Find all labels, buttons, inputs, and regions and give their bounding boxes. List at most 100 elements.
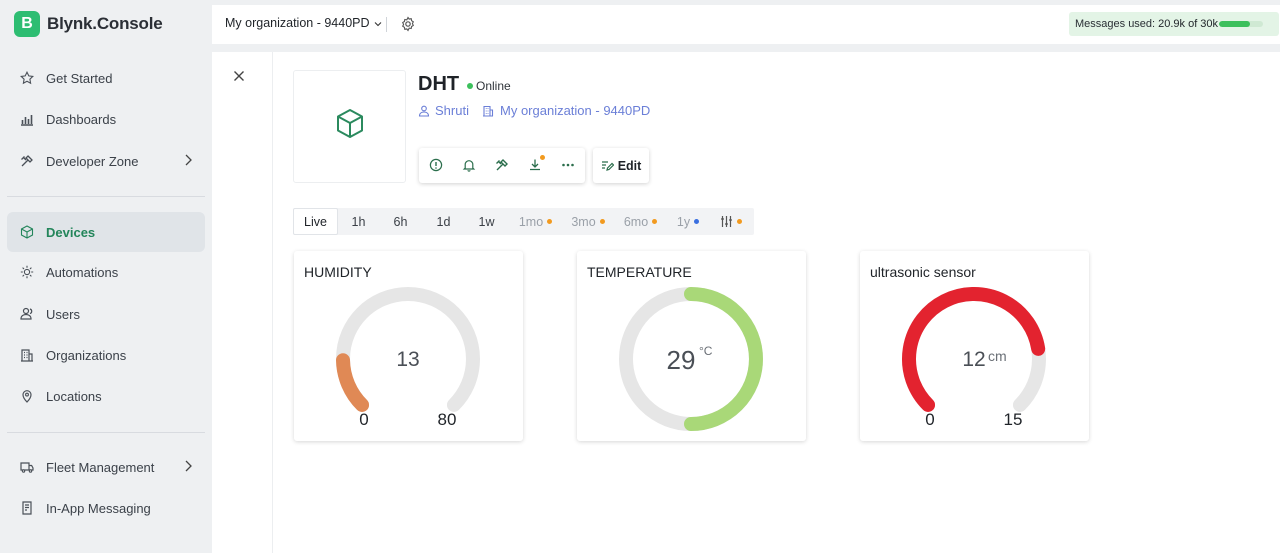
gear-icon[interactable] [400,16,416,32]
device-name: DHT [418,73,460,95]
time-range-tabs: Live 1h 6h 1d 1w 1mo 3mo 6mo 1y [293,208,754,235]
edit-icon [601,159,615,172]
ultrasonic-gauge: 12 cm 0 15 [902,287,1046,429]
sidebar-item-label: Developer Zone [46,153,139,169]
sidebar-divider [7,196,205,197]
sidebar-item-devices[interactable]: Devices [7,212,205,252]
user-icon [418,105,430,117]
tab-indicator-dot [652,219,658,224]
tab-indicator-dot [737,219,742,224]
messages-label: Messages used: [1075,18,1156,30]
ring-value-arc [684,287,763,431]
tab-Live[interactable]: Live [293,208,338,235]
tab-1d[interactable]: 1d [422,208,465,235]
tab-indicator-dot [599,219,605,224]
brand-name: Blynk.Console [47,14,163,33]
sidebar-item-get-started[interactable]: Get Started [7,58,205,98]
tab-label: 1mo [518,214,544,229]
organization-name: My organization - 9440PD [500,103,651,118]
sidebar-item-label: Devices [46,224,96,240]
cube-icon [335,108,365,145]
tab-6h[interactable]: 6h [379,208,422,235]
sidebar: B Blynk.Console Get Started Dashboards D… [0,0,212,553]
sidebar-item-automations[interactable]: Automations [7,252,205,292]
device-actions-toolbar [419,148,585,183]
ultrasonic-widget[interactable]: ultrasonic sensor 12 cm 0 15 [860,251,1089,441]
sidebar-item-label: Dashboards [46,111,117,127]
ring-unit: °C [699,344,713,358]
sidebar-item-organizations[interactable]: Organizations [7,335,205,375]
messages-value: 20.9k of 30k [1158,18,1219,30]
device-panel: DHT Online Shruti My organization - 9440… [212,52,1280,553]
tab-label: 3mo [571,214,596,229]
truck-icon [20,460,34,474]
tools-icon[interactable] [494,157,510,173]
tab-label: 1h [351,214,366,229]
gauge-value: 12 [962,348,985,371]
gauge-value: 13 [396,348,419,371]
top-bar: My organization - 9440PD Messages used: … [212,5,1280,44]
message-icon [20,501,34,515]
tab-1w[interactable]: 1w [465,208,508,235]
sidebar-item-users[interactable]: Users [7,294,205,334]
sidebar-item-locations[interactable]: Locations [7,376,205,416]
edit-button[interactable]: Edit [593,148,649,183]
tab-1y[interactable]: 1y [668,208,708,235]
brand-logo: B [14,11,40,37]
tab-3mo[interactable]: 3mo [563,208,613,235]
humidity-widget[interactable]: HUMIDITY 13 0 80 [294,251,523,441]
pin-icon [20,389,34,403]
cube-icon [20,225,34,239]
tab-1mo[interactable]: 1mo [508,208,563,235]
organization-name: My organization - 9440PD [225,16,370,30]
tab-label: 6h [393,214,408,229]
tab-6mo[interactable]: 6mo [613,208,668,235]
sidebar-item-label: Get Started [46,70,113,86]
download-icon[interactable] [527,155,545,173]
users-icon [20,307,34,321]
tab-label: 1y [676,214,691,229]
gauge-min-label: 0 [359,410,368,429]
gauge-min-label: 0 [925,410,934,429]
tab-label: 1w [478,214,495,229]
more-icon[interactable] [560,157,576,173]
bar-chart-icon [20,112,34,126]
bell-icon[interactable] [461,157,477,173]
status-badge: Online [467,79,511,93]
brand[interactable]: B Blynk.Console [14,11,163,37]
chevron-down-icon [373,18,383,28]
tools-icon [20,154,34,168]
info-icon[interactable] [428,157,444,173]
tab-filter[interactable] [708,208,754,235]
sidebar-divider [7,432,205,433]
messages-usage: Messages used: 20.9k of 30k [1069,12,1279,36]
organization-selector[interactable]: My organization - 9440PD [225,16,383,30]
humidity-gauge: 13 0 80 [336,287,480,429]
device-organization-link[interactable]: My organization - 9440PD [482,103,650,118]
sidebar-item-label: Fleet Management [46,459,155,475]
sliders-icon [721,216,732,227]
sidebar-item-label: Locations [46,388,102,404]
tab-label: 1d [436,214,451,229]
sidebar-item-in-app-messaging[interactable]: In-App Messaging [7,488,205,528]
sidebar-item-label: Users [46,306,80,322]
close-icon[interactable] [231,68,247,84]
sun-icon [20,265,34,279]
sidebar-item-fleet-management[interactable]: Fleet Management [7,447,205,487]
status-text: Online [476,79,511,93]
sidebar-item-dashboards[interactable]: Dashboards [7,99,205,139]
panel-divider [272,52,273,553]
tab-1h[interactable]: 1h [338,208,379,235]
temperature-ring: 29 °C [619,287,763,431]
tab-label: Live [304,214,327,229]
sidebar-item-developer-zone[interactable]: Developer Zone [7,141,205,181]
edit-label: Edit [617,158,642,173]
temperature-widget[interactable]: TEMPERATURE 29 °C [577,251,806,441]
owner-name: Shruti [435,103,469,118]
device-owner-link[interactable]: Shruti [418,103,469,118]
sidebar-item-label: Organizations [46,347,127,363]
gauge-value-arc [336,353,370,412]
topbar-separator [386,17,387,32]
star-icon [20,71,34,85]
tab-label: 6mo [623,214,649,229]
